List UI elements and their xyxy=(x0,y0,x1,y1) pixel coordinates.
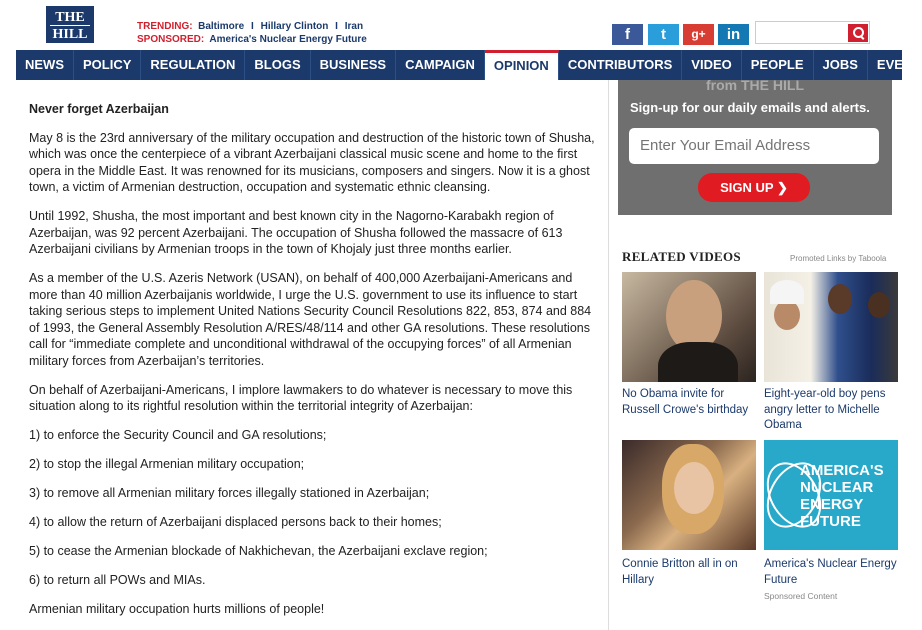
nav-events[interactable]: EVENTS xyxy=(868,50,922,80)
article-paragraph: 3) to remove all Armenian military force… xyxy=(29,486,430,500)
the-hill-logo[interactable]: THE HILL xyxy=(46,6,94,43)
nav-blogs[interactable]: BLOGS xyxy=(245,50,311,80)
headdress-shape xyxy=(770,280,804,304)
video-caption[interactable]: Connie Britton all in on Hillary xyxy=(622,557,756,588)
face-shape xyxy=(674,462,714,514)
video-caption[interactable]: Eight-year-old boy pens angry letter to … xyxy=(764,387,898,434)
face-shape xyxy=(828,284,852,314)
nav-jobs[interactable]: JOBS xyxy=(814,50,868,80)
article-paragraph: Armenian military occupation hurts milli… xyxy=(29,602,325,616)
face-shape xyxy=(868,292,890,318)
separator: I xyxy=(335,21,338,32)
trending-link-baltimore[interactable]: Baltimore xyxy=(198,21,244,32)
article-paragraph: 2) to stop the illegal Armenian military… xyxy=(29,457,305,471)
trending-bar: TRENDING: Baltimore I Hillary Clinton I … xyxy=(137,20,367,46)
article-paragraph: 5) to cease the Armenian blockade of Nak… xyxy=(29,544,488,558)
main-nav: NEWS POLICY REGULATION BLOGS BUSINESS CA… xyxy=(16,50,922,80)
separator: I xyxy=(251,21,254,32)
nav-regulation[interactable]: REGULATION xyxy=(141,50,246,80)
nav-people[interactable]: PEOPLE xyxy=(742,50,814,80)
logo-line2: HILL xyxy=(52,27,88,42)
article-paragraph: As a member of the U.S. Azeris Network (… xyxy=(29,271,592,368)
nav-business[interactable]: BUSINESS xyxy=(311,50,397,80)
trending-link-iran[interactable]: Iran xyxy=(345,21,363,32)
sponsored-content-label: Sponsored Content xyxy=(764,591,838,601)
nav-policy[interactable]: POLICY xyxy=(74,50,142,80)
nav-contributors[interactable]: CONTRIBUTORS xyxy=(559,50,683,80)
video-thumbnail-letter-to-michelle[interactable] xyxy=(764,272,898,382)
video-thumbnail-nuclear-energy[interactable]: AMERICA'S NUCLEAR ENERGY FUTURE xyxy=(764,440,898,550)
article-paragraph: On behalf of Azerbaijani-Americans, I im… xyxy=(29,382,573,414)
video-thumbnail-connie-britton[interactable] xyxy=(622,440,756,550)
article-paragraph: 4) to allow the return of Azerbaijani di… xyxy=(29,515,442,529)
email-field[interactable] xyxy=(629,128,879,164)
logo-line1: THE xyxy=(50,10,90,26)
signup-header: from THE HILL xyxy=(706,80,804,90)
article-paragraph: May 8 is the 23rd anniversary of the mil… xyxy=(29,130,595,195)
sponsored-link[interactable]: America's Nuclear Energy Future xyxy=(209,34,366,45)
thumbnail-text: AMERICA'S NUCLEAR ENERGY FUTURE xyxy=(800,462,884,530)
nav-opinion[interactable]: OPINION xyxy=(484,50,559,80)
trending-label: TRENDING: xyxy=(137,21,193,32)
article-body: Never forget Azerbaijan May 8 is the 23r… xyxy=(29,101,599,630)
nav-campaign[interactable]: CAMPAIGN xyxy=(396,50,485,80)
nav-news[interactable]: NEWS xyxy=(16,50,74,80)
column-divider xyxy=(608,80,609,630)
trending-link-hillary[interactable]: Hillary Clinton xyxy=(261,21,329,32)
article-title: Never forget Azerbaijan xyxy=(29,102,169,116)
search-icon[interactable] xyxy=(848,24,868,42)
facebook-icon[interactable]: f xyxy=(612,24,643,45)
twitter-icon[interactable]: t xyxy=(648,24,679,45)
signup-button[interactable]: SIGN UP ❯ xyxy=(698,173,810,202)
article-paragraph: Until 1992, Shusha, the most important a… xyxy=(29,209,563,256)
suit-shape xyxy=(658,342,738,382)
article-paragraph: 1) to enforce the Security Council and G… xyxy=(29,428,327,442)
site-header: THE HILL TRENDING: Baltimore I Hillary C… xyxy=(0,0,922,50)
signup-text: Sign-up for our daily emails and alerts. xyxy=(630,100,870,115)
nav-video[interactable]: VIDEO xyxy=(682,50,742,80)
linkedin-icon[interactable]: in xyxy=(718,24,749,45)
googleplus-icon[interactable]: g+ xyxy=(683,24,714,45)
related-videos-title: RELATED VIDEOS xyxy=(622,249,741,264)
video-thumbnail-russell-crowe[interactable] xyxy=(622,272,756,382)
video-caption[interactable]: America's Nuclear Energy Future xyxy=(764,557,898,588)
sponsored-label: SPONSORED: xyxy=(137,34,205,45)
taboola-promo-link[interactable]: Promoted Links by Taboola xyxy=(790,254,886,263)
newsletter-signup-box: from THE HILL Sign-up for our daily emai… xyxy=(618,80,892,215)
face-shape xyxy=(774,300,800,330)
article-paragraph: 6) to return all POWs and MIAs. xyxy=(29,573,206,587)
video-caption[interactable]: No Obama invite for Russell Crowe's birt… xyxy=(622,387,756,418)
